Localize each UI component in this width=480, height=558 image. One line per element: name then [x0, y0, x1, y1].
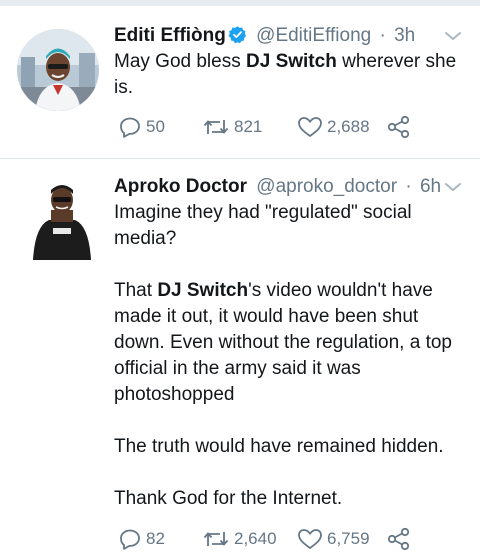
- share-button[interactable]: [386, 113, 412, 141]
- like-button[interactable]: 6,759: [297, 525, 370, 553]
- share-icon: [386, 527, 412, 551]
- retweet-icon: [202, 115, 230, 139]
- paragraph: Thank God for the Internet.: [114, 488, 343, 509]
- like-icon: [297, 527, 323, 551]
- text-segment: That: [114, 280, 158, 301]
- paragraph: That DJ Switch's video wouldn't have mad…: [114, 278, 464, 408]
- avatar[interactable]: [17, 29, 99, 111]
- retweet-button[interactable]: 821: [202, 113, 262, 141]
- reply-button[interactable]: 82: [118, 525, 165, 553]
- like-count: 6,759: [327, 529, 370, 548]
- retweet-count: 2,640: [234, 529, 277, 548]
- like-button[interactable]: 2,688: [297, 113, 370, 141]
- display-name[interactable]: Editi Effiòng: [114, 25, 226, 46]
- tweet[interactable]: Aproko Doctor @aproko_doctor · 6h Imagin…: [0, 159, 480, 558]
- chevron-down-icon[interactable]: [442, 25, 464, 47]
- display-name[interactable]: Aproko Doctor: [114, 176, 247, 197]
- tweet-actions: 82 2,640 6,759: [114, 525, 464, 553]
- separator: ·: [379, 25, 386, 46]
- tweet-header: Aproko Doctor @aproko_doctor · 6h: [114, 174, 464, 200]
- share-button[interactable]: [386, 525, 412, 553]
- paragraph: The truth would have remained hidden.: [114, 436, 444, 457]
- share-icon: [386, 115, 412, 139]
- retweet-icon: [202, 527, 230, 551]
- text-segment: May God bless: [114, 51, 246, 72]
- tweet-actions: 50 821 2,688: [114, 113, 464, 141]
- separator: ·: [405, 176, 412, 197]
- avatar[interactable]: [27, 176, 97, 260]
- reply-icon: [118, 115, 142, 139]
- highlighted-name: DJ Switch: [157, 280, 249, 301]
- reply-button[interactable]: 50: [118, 113, 165, 141]
- highlighted-name: DJ Switch: [246, 51, 337, 72]
- paragraph: Imagine they had "regulated" social medi…: [114, 202, 412, 249]
- reply-count: 82: [146, 529, 165, 548]
- tweet-text: Imagine they had "regulated" social medi…: [114, 200, 464, 512]
- chevron-down-icon[interactable]: [442, 176, 464, 198]
- verified-badge-icon: [228, 25, 247, 44]
- tweet-text: May God bless DJ Switch wherever she is.: [114, 49, 464, 101]
- retweet-count: 821: [234, 117, 263, 136]
- like-icon: [297, 115, 323, 139]
- timestamp[interactable]: 3h: [394, 25, 415, 46]
- timestamp[interactable]: 6h: [420, 176, 441, 197]
- reply-count: 50: [146, 117, 165, 136]
- reply-icon: [118, 527, 142, 551]
- handle[interactable]: @aproko_doctor: [256, 176, 397, 197]
- tweet-header: Editi Effiòng @EditiEffiong · 3h: [114, 23, 464, 49]
- like-count: 2,688: [327, 117, 370, 136]
- handle[interactable]: @EditiEffiong: [256, 25, 371, 46]
- retweet-button[interactable]: 2,640: [202, 525, 277, 553]
- tweet[interactable]: Editi Effiòng @EditiEffiong · 3h May God…: [0, 6, 480, 158]
